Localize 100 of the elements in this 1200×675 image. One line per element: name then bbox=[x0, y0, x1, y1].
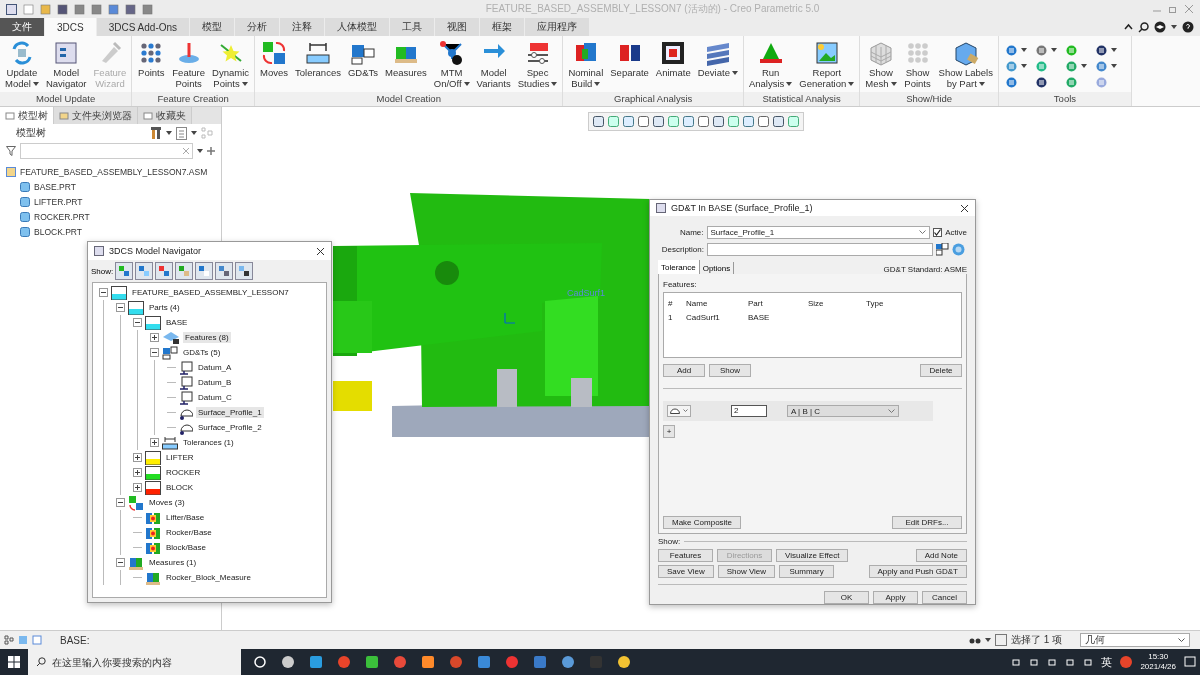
action-button[interactable]: Save View bbox=[658, 565, 714, 578]
tab[interactable]: Tolerance bbox=[658, 260, 700, 274]
restore-icon[interactable] bbox=[1168, 4, 1178, 14]
ribbon-button[interactable]: Show Points bbox=[900, 38, 935, 90]
tree-item[interactable]: Datum_A bbox=[196, 362, 234, 373]
app-icon[interactable] bbox=[617, 655, 631, 669]
expander[interactable] bbox=[150, 438, 159, 447]
tree-item[interactable]: ROCKER.PRT bbox=[34, 211, 90, 222]
tree-item[interactable]: Tolerances (1) bbox=[181, 437, 236, 448]
ribbon-button[interactable]: Show Labels by Part bbox=[935, 38, 996, 90]
ribbon-button[interactable]: Spec Studies bbox=[514, 38, 561, 90]
tree-item[interactable]: Rocker/Base bbox=[164, 527, 214, 538]
window-icon[interactable] bbox=[32, 635, 42, 645]
tree-item[interactable]: Parts (4) bbox=[147, 302, 182, 313]
windows-logo-icon[interactable] bbox=[8, 656, 20, 668]
expander[interactable] bbox=[133, 483, 142, 492]
app-icon[interactable] bbox=[365, 655, 379, 669]
panel-tab[interactable]: 模型树 bbox=[0, 107, 54, 124]
ribbon-button[interactable]: Show Mesh bbox=[862, 38, 900, 90]
tree-item[interactable]: Rocker_Block_Measure bbox=[164, 572, 253, 583]
symbol-dropdown[interactable] bbox=[667, 405, 691, 417]
app-icon[interactable] bbox=[6, 3, 17, 15]
datum-dropdown[interactable]: A | B | C bbox=[787, 405, 899, 417]
ribbon-tab[interactable]: 人体模型 bbox=[325, 18, 390, 36]
tree-item[interactable]: Surface_Profile_1 bbox=[196, 407, 264, 418]
tolerance-field[interactable]: 2 bbox=[731, 405, 767, 417]
action-button[interactable]: Summary bbox=[779, 565, 835, 578]
ribbon-button[interactable]: Measures bbox=[382, 38, 430, 79]
tree-item[interactable]: LIFTER.PRT bbox=[34, 196, 83, 207]
name-field[interactable]: Surface_Profile_1 bbox=[706, 225, 931, 239]
ribbon-tab[interactable]: 3DCS bbox=[45, 18, 96, 36]
selection-icon[interactable] bbox=[994, 634, 1007, 646]
tree-item[interactable]: FEATURE_BASED_ASSEMBLY_LESSON7 bbox=[130, 287, 291, 298]
dialog-button[interactable]: Apply bbox=[873, 591, 918, 604]
tree-item[interactable]: Surface_Profile_2 bbox=[196, 422, 264, 433]
action-button[interactable]: Add Note bbox=[915, 549, 967, 562]
ribbon-tab[interactable]: 工具 bbox=[390, 18, 435, 36]
ribbon-button[interactable]: Separate bbox=[607, 38, 652, 79]
tree-item[interactable]: Measures (1) bbox=[147, 557, 199, 568]
tree-item[interactable]: Block/Base bbox=[164, 542, 209, 553]
tree-item[interactable]: GD&Ts (5) bbox=[181, 347, 223, 358]
app-icon[interactable] bbox=[281, 655, 295, 669]
ribbon-button[interactable]: Deviate bbox=[694, 38, 741, 79]
tree-item[interactable]: Datum_B bbox=[196, 377, 234, 388]
filter-dropdown[interactable]: 几何 bbox=[1080, 633, 1190, 647]
expander[interactable] bbox=[116, 558, 125, 567]
tree-item[interactable]: Moves (3) bbox=[147, 497, 187, 508]
ribbon-button[interactable]: Moves bbox=[257, 38, 291, 79]
ribbon-button[interactable]: Points bbox=[134, 38, 169, 79]
ribbon-button[interactable]: Feature Points bbox=[169, 38, 209, 90]
dialog-button[interactable]: Cancel bbox=[922, 591, 967, 604]
clock[interactable]: 15:30 2021/4/26 bbox=[1140, 652, 1176, 672]
search-icon[interactable] bbox=[1138, 21, 1149, 33]
tree-item[interactable]: BASE bbox=[164, 317, 190, 328]
action-button[interactable]: Edit DRFs... bbox=[892, 516, 962, 529]
ribbon-button[interactable]: Nominal Build bbox=[565, 38, 607, 90]
expander[interactable] bbox=[133, 318, 142, 327]
ribbon-button[interactable]: Run Analysis bbox=[745, 38, 796, 90]
app-icon[interactable] bbox=[421, 655, 435, 669]
description-field[interactable] bbox=[707, 242, 933, 256]
ribbon-tab[interactable]: 注释 bbox=[280, 18, 325, 36]
tree-item[interactable]: BLOCK.PRT bbox=[34, 226, 83, 237]
ribbon-tab[interactable]: 应用程序 bbox=[525, 18, 590, 36]
expander[interactable] bbox=[99, 288, 108, 297]
ribbon-button[interactable]: Model Navigator bbox=[42, 38, 90, 90]
action-button[interactable]: Delete bbox=[920, 364, 962, 377]
filter-field[interactable] bbox=[20, 143, 193, 159]
language-indicator[interactable]: 英 bbox=[1101, 654, 1113, 670]
expander[interactable] bbox=[150, 333, 159, 342]
tree-item[interactable]: Features (8) bbox=[183, 332, 231, 343]
tree-item[interactable]: ROCKER bbox=[164, 467, 203, 478]
ribbon-button[interactable]: MTM On/Off bbox=[430, 38, 473, 90]
action-button[interactable]: Features bbox=[658, 549, 713, 562]
document-icon[interactable] bbox=[176, 126, 187, 140]
ribbon-button[interactable]: Report Generation bbox=[796, 38, 858, 90]
panel-tab[interactable]: 文件夹浏览器 bbox=[54, 107, 138, 124]
ribbon-tab[interactable]: 文件 bbox=[0, 18, 44, 36]
ribbon-tab[interactable]: 3DCS Add-Ons bbox=[96, 18, 190, 36]
tree-item[interactable]: BASE.PRT bbox=[34, 181, 76, 192]
tools-icon[interactable] bbox=[150, 126, 162, 140]
expander[interactable] bbox=[116, 498, 125, 507]
action-button[interactable]: Visualize Effect bbox=[776, 549, 849, 562]
tree-item[interactable]: Lifter/Base bbox=[164, 512, 207, 523]
ribbon-button[interactable]: GD&Ts bbox=[344, 38, 382, 79]
close-icon[interactable] bbox=[316, 246, 325, 256]
add-button[interactable]: + bbox=[663, 425, 675, 438]
action-button[interactable]: Make Composite bbox=[663, 516, 742, 529]
action-button[interactable]: Show View bbox=[717, 565, 776, 578]
ribbon-button[interactable]: Update Model bbox=[2, 38, 42, 90]
tree-item[interactable]: FEATURE_BASED_ASSEMBLY_LESSON7.ASM bbox=[20, 166, 208, 177]
ribbon-tab[interactable]: 模型 bbox=[190, 18, 235, 36]
close-icon[interactable] bbox=[960, 203, 969, 213]
ribbon-tab[interactable]: 分析 bbox=[235, 18, 280, 36]
ribbon-button[interactable]: Tolerances bbox=[292, 38, 344, 79]
expander[interactable] bbox=[150, 348, 159, 357]
tree-item[interactable]: LIFTER bbox=[164, 452, 196, 463]
expander[interactable] bbox=[133, 468, 142, 477]
ribbon-button[interactable]: Dynamic Points bbox=[209, 38, 252, 90]
ribbon-button[interactable]: Model Variants bbox=[473, 38, 514, 90]
expander[interactable] bbox=[133, 453, 142, 462]
